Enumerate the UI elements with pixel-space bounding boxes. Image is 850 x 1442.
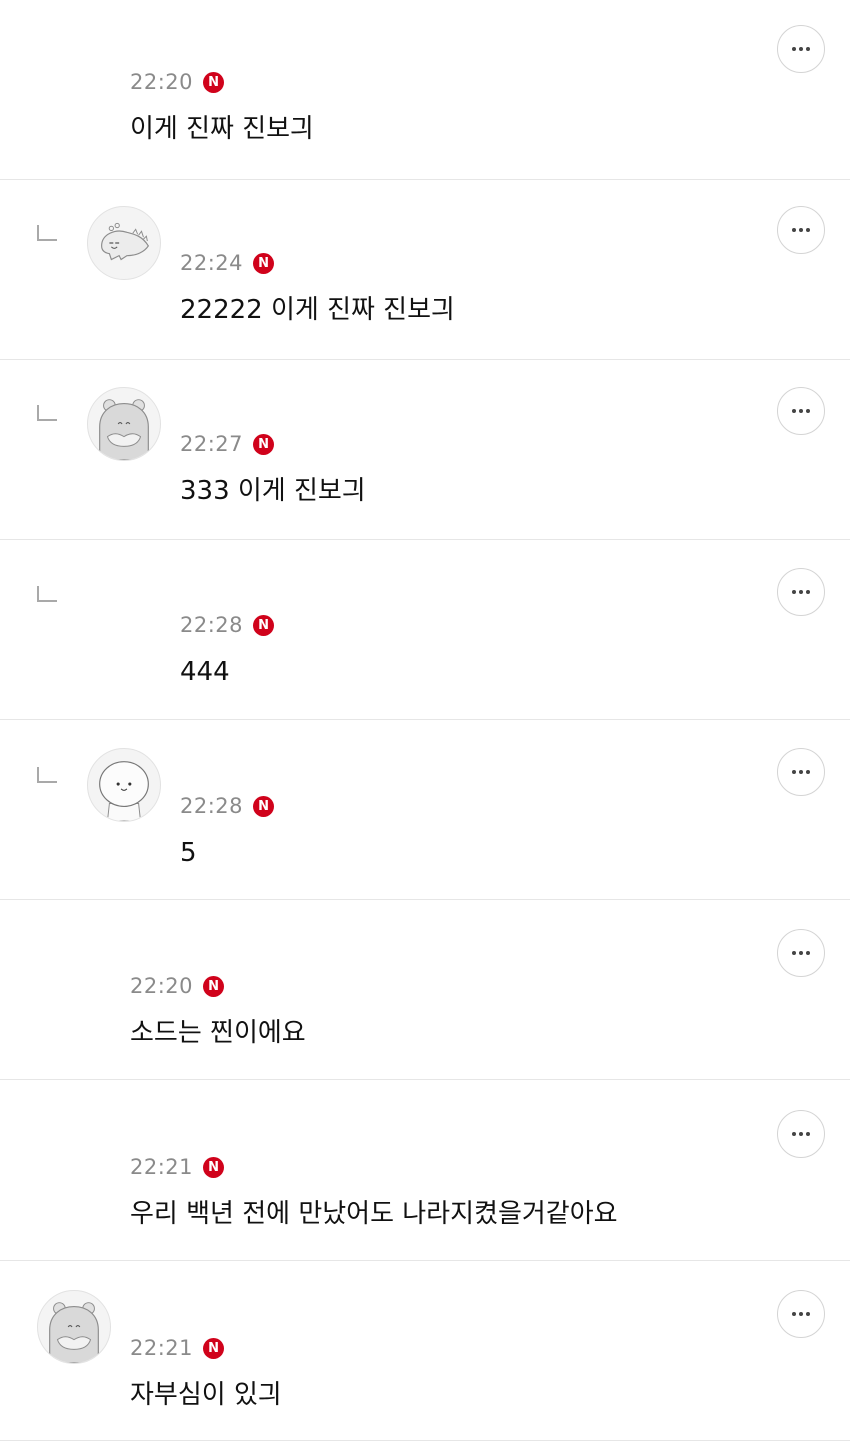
more-dots-icon (792, 409, 810, 413)
new-badge: N (203, 975, 225, 997)
comment-item: 22:20 N 이게 진짜 진보긔 (0, 0, 850, 180)
reply-indicator-icon (37, 405, 57, 421)
more-dots-icon (792, 228, 810, 232)
more-dots-icon (792, 47, 810, 51)
reply-indicator-icon (37, 586, 57, 602)
comment-time: 22:28 (180, 794, 244, 818)
more-options-button[interactable] (777, 387, 825, 435)
comment-item: 22:20 N 소드는 찐이에요 (0, 900, 850, 1080)
more-dots-icon (792, 1312, 810, 1316)
comment-meta: 22:20 N (130, 972, 225, 1000)
comment-text: 333 이게 진보긔 (180, 476, 366, 506)
comment-item: 22:21 N 자부심이 있긔 (0, 1261, 850, 1441)
comment-list: 22:20 N 이게 진짜 진보긔 22:24 N 22222 이게 진짜 진보… (0, 0, 850, 1442)
reply-indicator-icon (37, 767, 57, 783)
comment-meta: 22:21 N (130, 1334, 225, 1362)
hamster-avatar[interactable] (87, 387, 161, 461)
comment-meta: 22:28 N (180, 611, 275, 639)
more-options-button[interactable] (777, 1110, 825, 1158)
comment-time: 22:20 (130, 974, 194, 998)
more-dots-icon (792, 590, 810, 594)
comment-meta: 22:21 N (130, 1153, 225, 1181)
new-badge: N (253, 252, 275, 274)
more-dots-icon (792, 1132, 810, 1136)
comment-meta: 22:24 N (180, 249, 275, 277)
comment-text: 5 (180, 838, 197, 868)
more-options-button[interactable] (777, 1290, 825, 1338)
new-badge: N (253, 614, 275, 636)
comment-text: 우리 백년 전에 만났어도 나라지켰을거같아요 (130, 1199, 618, 1229)
comment-meta: 22:27 N (180, 430, 275, 458)
reply-comment-item: 22:27 N 333 이게 진보긔 (0, 360, 850, 540)
dinosaur-avatar[interactable] (87, 206, 161, 280)
round-face-avatar[interactable] (87, 748, 161, 822)
comment-time: 22:21 (130, 1336, 194, 1360)
new-badge: N (253, 433, 275, 455)
reply-comment-item: 22:24 N 22222 이게 진짜 진보긔 (0, 180, 850, 360)
comment-text: 이게 진짜 진보긔 (130, 114, 314, 144)
comment-time: 22:24 (180, 251, 244, 275)
comment-time: 22:20 (130, 70, 194, 94)
reply-indicator-icon (37, 225, 57, 241)
reply-comment-item: 22:28 N 5 (0, 720, 850, 900)
comment-item: 22:21 N 우리 백년 전에 만났어도 나라지켰을거같아요 (0, 1081, 850, 1261)
more-options-button[interactable] (777, 929, 825, 977)
comment-time: 22:28 (180, 613, 244, 637)
comment-time: 22:27 (180, 432, 244, 456)
hamster-avatar[interactable] (37, 1290, 111, 1364)
comment-text: 444 (180, 657, 230, 687)
new-badge: N (203, 1337, 225, 1359)
comment-text: 소드는 찐이에요 (130, 1018, 306, 1048)
more-options-button[interactable] (777, 25, 825, 73)
more-options-button[interactable] (777, 206, 825, 254)
more-options-button[interactable] (777, 748, 825, 796)
more-options-button[interactable] (777, 568, 825, 616)
more-dots-icon (792, 770, 810, 774)
comment-time: 22:21 (130, 1155, 194, 1179)
new-badge: N (253, 795, 275, 817)
comment-text: 자부심이 있긔 (130, 1380, 282, 1410)
new-badge: N (203, 1156, 225, 1178)
comment-text: 22222 이게 진짜 진보긔 (180, 295, 455, 325)
comment-meta: 22:28 N (180, 792, 275, 820)
more-dots-icon (792, 951, 810, 955)
reply-comment-item: 22:28 N 444 (0, 540, 850, 720)
comment-meta: 22:20 N (130, 68, 225, 96)
new-badge: N (203, 71, 225, 93)
